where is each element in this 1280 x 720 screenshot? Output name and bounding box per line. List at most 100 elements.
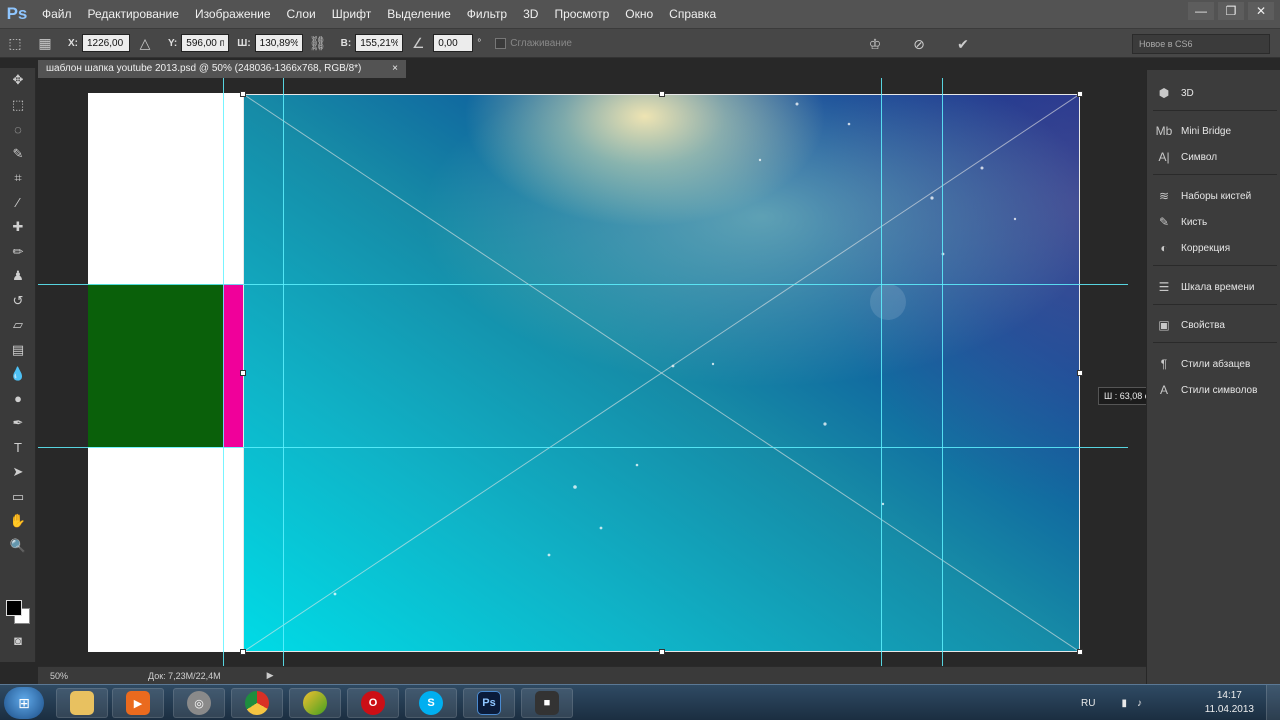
guide-vertical-3[interactable]	[881, 78, 882, 666]
tray-volume-icon[interactable]: ♪	[1137, 698, 1142, 709]
window-controls: — ❐ ✕	[1188, 2, 1274, 20]
menu-image[interactable]: Изображение	[187, 0, 279, 28]
document-tab[interactable]: шаблон шапка youtube 2013.psd @ 50% (248…	[38, 60, 406, 78]
height-field[interactable]	[355, 34, 404, 52]
close-button[interactable]: ✕	[1248, 2, 1274, 20]
transform-tool-icon[interactable]: ⬚	[4, 32, 26, 54]
quick-select-tool-icon[interactable]: ✎	[0, 142, 36, 167]
menu-help[interactable]: Справка	[661, 0, 724, 28]
panel-mini-bridge[interactable]: Mb Mini Bridge	[1155, 120, 1231, 142]
panel-adjustments[interactable]: ◐ Коррекция	[1155, 237, 1230, 259]
guide-horizontal-1[interactable]	[38, 284, 1128, 285]
panel-paragraph-styles[interactable]: ¶ Стили абзацев	[1155, 353, 1251, 375]
taskbar-opera[interactable]: O	[347, 688, 399, 718]
menu-3d[interactable]: 3D	[515, 0, 546, 28]
lasso-tool-icon[interactable]: ◌	[0, 117, 36, 142]
hand-tool-icon[interactable]: ✋	[0, 509, 36, 534]
history-brush-tool-icon[interactable]: ↺	[0, 289, 36, 314]
menu-file[interactable]: Файл	[34, 0, 80, 28]
x-field[interactable]	[82, 34, 130, 52]
zoom-level[interactable]: 50%	[50, 671, 88, 681]
blur-tool-icon[interactable]: 💧	[0, 362, 36, 387]
panel-brush-presets-label: Наборы кистей	[1181, 190, 1252, 202]
taskbar-app-circle[interactable]: ◎	[173, 688, 225, 718]
reference-point-icon[interactable]: ▦	[34, 32, 56, 54]
cancel-icon[interactable]: ⊘	[908, 33, 930, 55]
panel-timeline[interactable]: ☰ Шкала времени	[1155, 276, 1255, 298]
menu-filter[interactable]: Фильтр	[459, 0, 515, 28]
eraser-tool-icon[interactable]: ▱	[0, 313, 36, 338]
antialias-box[interactable]	[495, 37, 507, 49]
y-field[interactable]	[181, 34, 230, 52]
placed-image[interactable]	[243, 94, 1080, 652]
antialias-checkbox[interactable]: Сглаживание	[495, 37, 572, 49]
handle-top-left[interactable]	[240, 91, 246, 97]
guide-horizontal-2[interactable]	[38, 447, 1128, 448]
document-tab-close[interactable]: ×	[392, 63, 398, 75]
clock-date: 11.04.2013	[1204, 704, 1254, 715]
panel-3d[interactable]: ⬢ 3D	[1155, 82, 1194, 104]
brush-tool-icon[interactable]: ✏	[0, 240, 36, 265]
panel-brush-presets[interactable]: ≋ Наборы кистей	[1155, 185, 1251, 207]
marquee-tool-icon[interactable]: ⬚	[0, 93, 36, 118]
handle-middle-left[interactable]	[240, 370, 246, 376]
delta-icon[interactable]: △	[134, 32, 156, 54]
handle-bottom-left[interactable]	[240, 649, 246, 655]
menu-window[interactable]: Окно	[617, 0, 661, 28]
dodge-tool-icon[interactable]: ●	[0, 387, 36, 412]
angle-field[interactable]	[433, 34, 474, 52]
color-swatches[interactable]	[4, 598, 32, 628]
start-button[interactable]: ⊞	[4, 687, 44, 719]
width-field[interactable]	[254, 34, 303, 52]
workspace-select[interactable]: Новое в CS6	[1132, 34, 1270, 54]
show-desktop-button[interactable]	[1266, 685, 1280, 720]
status-arrow-icon[interactable]: ▶	[267, 670, 274, 681]
handle-middle-right[interactable]	[1077, 370, 1083, 376]
path-select-tool-icon[interactable]: ➤	[0, 460, 36, 485]
guide-vertical-2[interactable]	[283, 78, 284, 666]
link-icon[interactable]: ⛓	[307, 32, 329, 54]
type-tool-icon[interactable]: T	[0, 436, 36, 461]
taskbar-skype[interactable]: S	[405, 688, 457, 718]
minimize-button[interactable]: —	[1188, 2, 1214, 20]
warp-icon[interactable]: ♔	[864, 33, 886, 55]
pen-tool-icon[interactable]: ✒	[0, 411, 36, 436]
move-tool-icon[interactable]: ✥	[0, 68, 36, 93]
tray-network-icon[interactable]: ▮	[1121, 698, 1127, 709]
menu-layers[interactable]: Слои	[279, 0, 324, 28]
taskbar-explorer[interactable]	[56, 688, 108, 718]
eyedropper-tool-icon[interactable]: ⁄	[0, 191, 36, 216]
stamp-tool-icon[interactable]: ♟	[0, 264, 36, 289]
handle-top-right[interactable]	[1077, 91, 1083, 97]
taskbar-media-player[interactable]: ▶	[112, 688, 164, 718]
taskbar-chrome[interactable]	[231, 688, 283, 718]
taskbar-green-app[interactable]	[289, 688, 341, 718]
panel-character-styles[interactable]: A Стили символов	[1155, 379, 1257, 401]
commit-icon[interactable]: ✔	[952, 33, 974, 55]
menu-type[interactable]: Шрифт	[324, 0, 379, 28]
crop-tool-icon[interactable]: ⌗	[0, 166, 36, 191]
shape-tool-icon[interactable]: ▭	[0, 485, 36, 510]
gradient-tool-icon[interactable]: ▤	[0, 338, 36, 363]
handle-bottom-center[interactable]	[659, 649, 665, 655]
panel-properties[interactable]: ▣ Свойства	[1155, 314, 1225, 336]
character-icon: A|	[1158, 150, 1170, 164]
foreground-color[interactable]	[6, 600, 22, 616]
menu-edit[interactable]: Редактирование	[80, 0, 187, 28]
language-indicator[interactable]: RU	[1081, 698, 1095, 709]
handle-top-center[interactable]	[659, 91, 665, 97]
panel-character[interactable]: A| Символ	[1155, 146, 1217, 168]
taskbar-camera-app[interactable]: ■	[521, 688, 573, 718]
guide-vertical-4[interactable]	[942, 78, 943, 666]
menu-select[interactable]: Выделение	[379, 0, 459, 28]
zoom-tool-icon[interactable]: 🔍	[0, 534, 36, 559]
taskbar-photoshop[interactable]: Ps	[463, 688, 515, 718]
clock[interactable]: 14:17 11.04.2013	[1205, 689, 1254, 717]
menu-view[interactable]: Просмотр	[546, 0, 617, 28]
guide-vertical-1[interactable]	[223, 78, 224, 666]
restore-button[interactable]: ❐	[1218, 2, 1244, 20]
healing-tool-icon[interactable]: ✚	[0, 215, 36, 240]
quick-mask-icon[interactable]: ◙	[0, 628, 36, 653]
panel-brush[interactable]: ✎ Кисть	[1155, 211, 1207, 233]
handle-bottom-right[interactable]	[1077, 649, 1083, 655]
